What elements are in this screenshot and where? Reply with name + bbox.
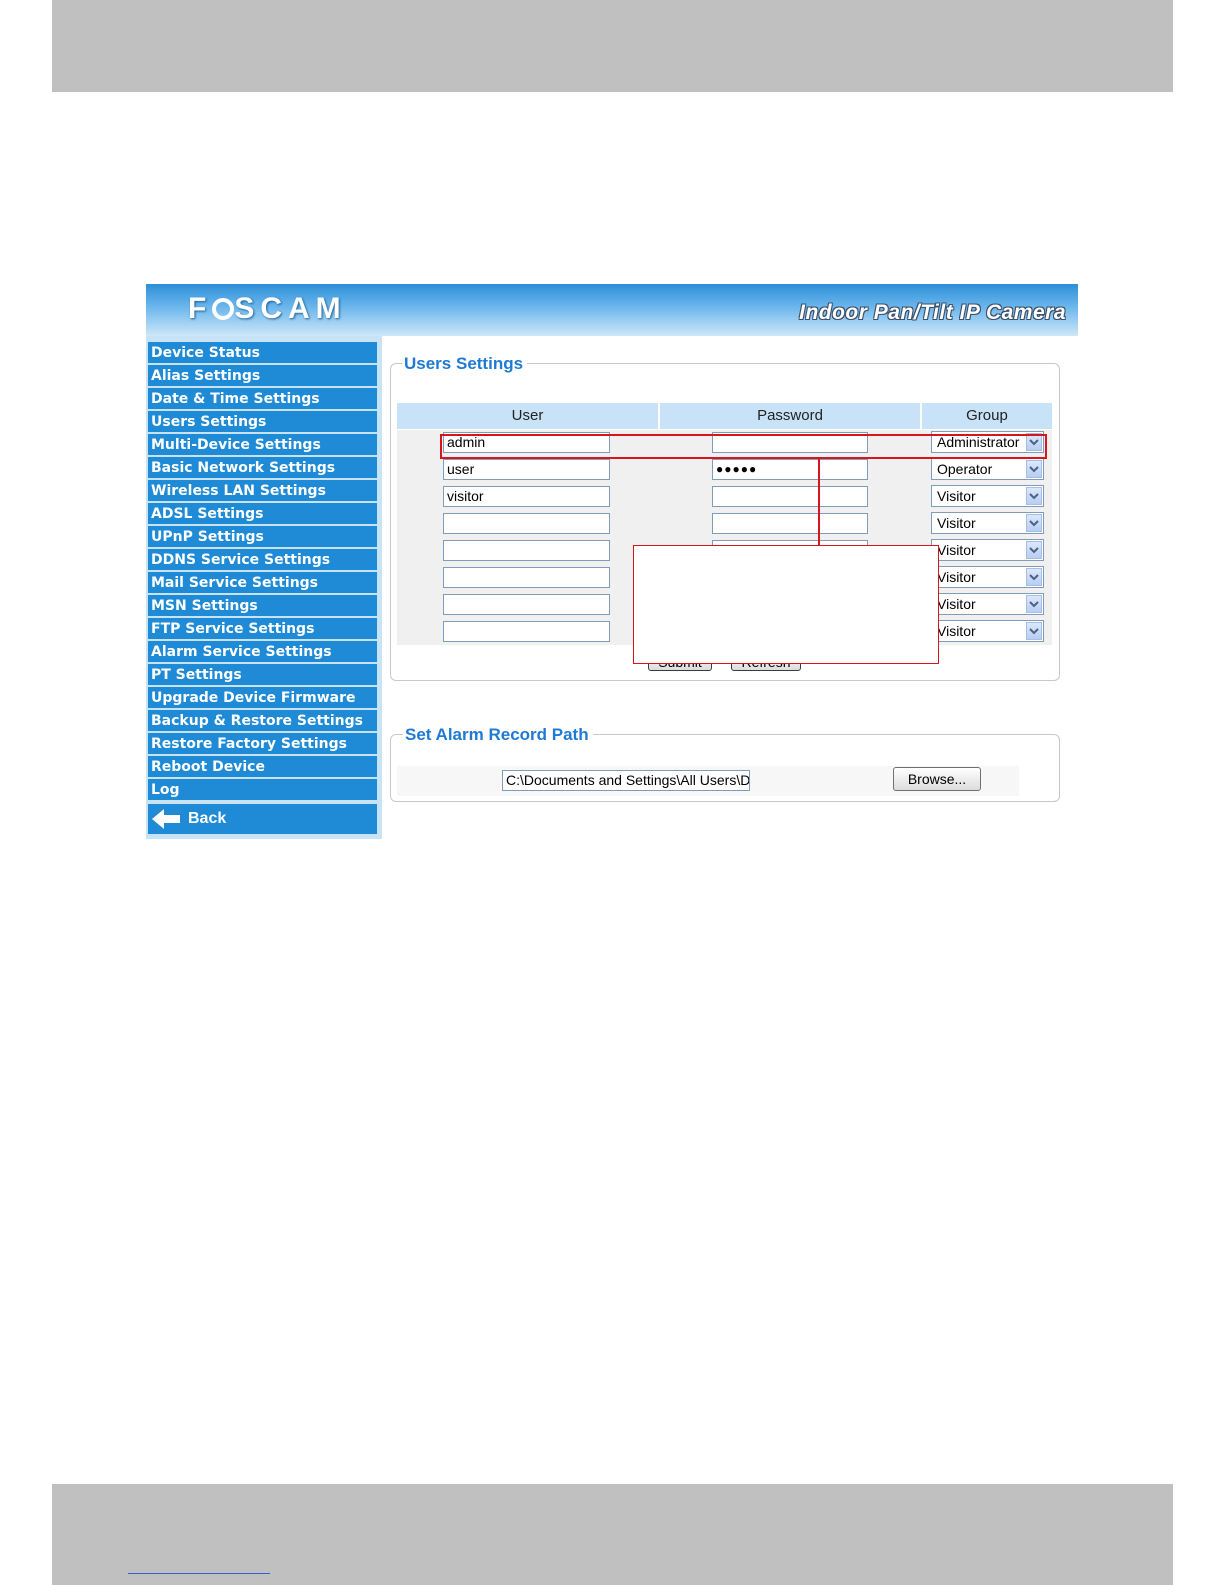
sidebar-item-users-settings[interactable]: Users Settings	[148, 411, 377, 432]
foscam-logo: F SCAM	[188, 292, 347, 325]
admin-row-highlight	[440, 434, 1047, 459]
users-settings-title: Users Settings	[402, 354, 528, 374]
password-field-3[interactable]	[712, 486, 868, 507]
sidebar-item-adsl-settings[interactable]: ADSL Settings	[148, 503, 377, 524]
annotation-connector-line	[818, 459, 820, 545]
annotation-callout-box	[633, 545, 939, 664]
group-select-7[interactable]: Visitor	[931, 593, 1044, 615]
app-header: F SCAM Indoor Pan/Tilt IP Camera	[146, 284, 1078, 336]
sidebar-item-reboot-device[interactable]: Reboot Device	[148, 756, 377, 777]
sidebar-item-alarm-service-settings[interactable]: Alarm Service Settings	[148, 641, 377, 662]
group-select-value: Visitor	[937, 515, 976, 531]
group-select-8[interactable]: Visitor	[931, 620, 1044, 642]
sidebar-item-ftp-service-settings[interactable]: FTP Service Settings	[148, 618, 377, 639]
footer-link-underline[interactable]	[128, 1573, 270, 1574]
sidebar-item-device-status[interactable]: Device Status	[148, 342, 377, 363]
group-select-value: Visitor	[937, 623, 976, 639]
dropdown-arrow-icon	[1026, 541, 1042, 559]
group-select-5[interactable]: Visitor	[931, 539, 1044, 561]
sidebar-item-msn-settings[interactable]: MSN Settings	[148, 595, 377, 616]
dropdown-arrow-icon	[1026, 460, 1042, 478]
dropdown-arrow-icon	[1026, 514, 1042, 532]
sidebar-item-restore-factory-settings[interactable]: Restore Factory Settings	[148, 733, 377, 754]
sidebar-menu: Device Status Alias Settings Date & Time…	[146, 336, 382, 839]
user-field-2[interactable]: user	[443, 459, 610, 480]
sidebar-item-ddns-service-settings[interactable]: DDNS Service Settings	[148, 549, 377, 570]
group-select-3[interactable]: Visitor	[931, 485, 1044, 507]
browse-button[interactable]: Browse...	[893, 767, 981, 791]
back-button[interactable]: Back	[148, 804, 377, 834]
page-header-band	[52, 0, 1173, 92]
user-field-3[interactable]: visitor	[443, 486, 610, 507]
group-select-2[interactable]: Operator	[931, 458, 1044, 480]
sidebar-item-multi-device-settings[interactable]: Multi-Device Settings	[148, 434, 377, 455]
logo-ring-icon	[212, 298, 235, 320]
dropdown-arrow-icon	[1026, 487, 1042, 505]
user-field-8[interactable]	[443, 621, 610, 642]
sidebar-item-wireless-lan-settings[interactable]: Wireless LAN Settings	[148, 480, 377, 501]
sidebar-item-basic-network-settings[interactable]: Basic Network Settings	[148, 457, 377, 478]
group-select-6[interactable]: Visitor	[931, 566, 1044, 588]
column-header-user: User	[397, 403, 658, 429]
dropdown-arrow-icon	[1026, 568, 1042, 586]
dropdown-arrow-icon	[1026, 595, 1042, 613]
group-select-value: Operator	[937, 461, 993, 477]
group-select-4[interactable]: Visitor	[931, 512, 1044, 534]
sidebar-item-alias-settings[interactable]: Alias Settings	[148, 365, 377, 386]
alarm-record-path-title: Set Alarm Record Path	[403, 725, 593, 745]
group-select-value: Visitor	[937, 488, 976, 504]
user-field-5[interactable]	[443, 540, 610, 561]
back-label: Back	[188, 810, 227, 827]
column-header-group: Group	[922, 403, 1052, 429]
dropdown-arrow-icon	[1026, 622, 1042, 640]
user-field-6[interactable]	[443, 567, 610, 588]
group-select-value: Visitor	[937, 596, 976, 612]
sidebar-item-date-time-settings[interactable]: Date & Time Settings	[148, 388, 377, 409]
sidebar-item-upgrade-device-firmware[interactable]: Upgrade Device Firmware	[148, 687, 377, 708]
group-select-value: Visitor	[937, 569, 976, 585]
page-footer-band	[52, 1484, 1173, 1585]
sidebar-item-upnp-settings[interactable]: UPnP Settings	[148, 526, 377, 547]
sidebar-item-mail-service-settings[interactable]: Mail Service Settings	[148, 572, 377, 593]
group-select-value: Visitor	[937, 542, 976, 558]
alarm-path-input[interactable]: C:\Documents and Settings\All Users\D	[502, 770, 750, 791]
sidebar-item-log[interactable]: Log	[148, 779, 377, 800]
sidebar-item-pt-settings[interactable]: PT Settings	[148, 664, 377, 685]
password-field-2[interactable]: ●●●●●	[712, 459, 868, 480]
product-title: Indoor Pan/Tilt IP Camera	[799, 301, 1066, 324]
sidebar-item-backup-restore-settings[interactable]: Backup & Restore Settings	[148, 710, 377, 731]
column-header-password: Password	[660, 403, 920, 429]
user-field-4[interactable]	[443, 513, 610, 534]
user-field-7[interactable]	[443, 594, 610, 615]
back-arrow-icon	[152, 809, 180, 829]
password-field-4[interactable]	[712, 513, 868, 534]
